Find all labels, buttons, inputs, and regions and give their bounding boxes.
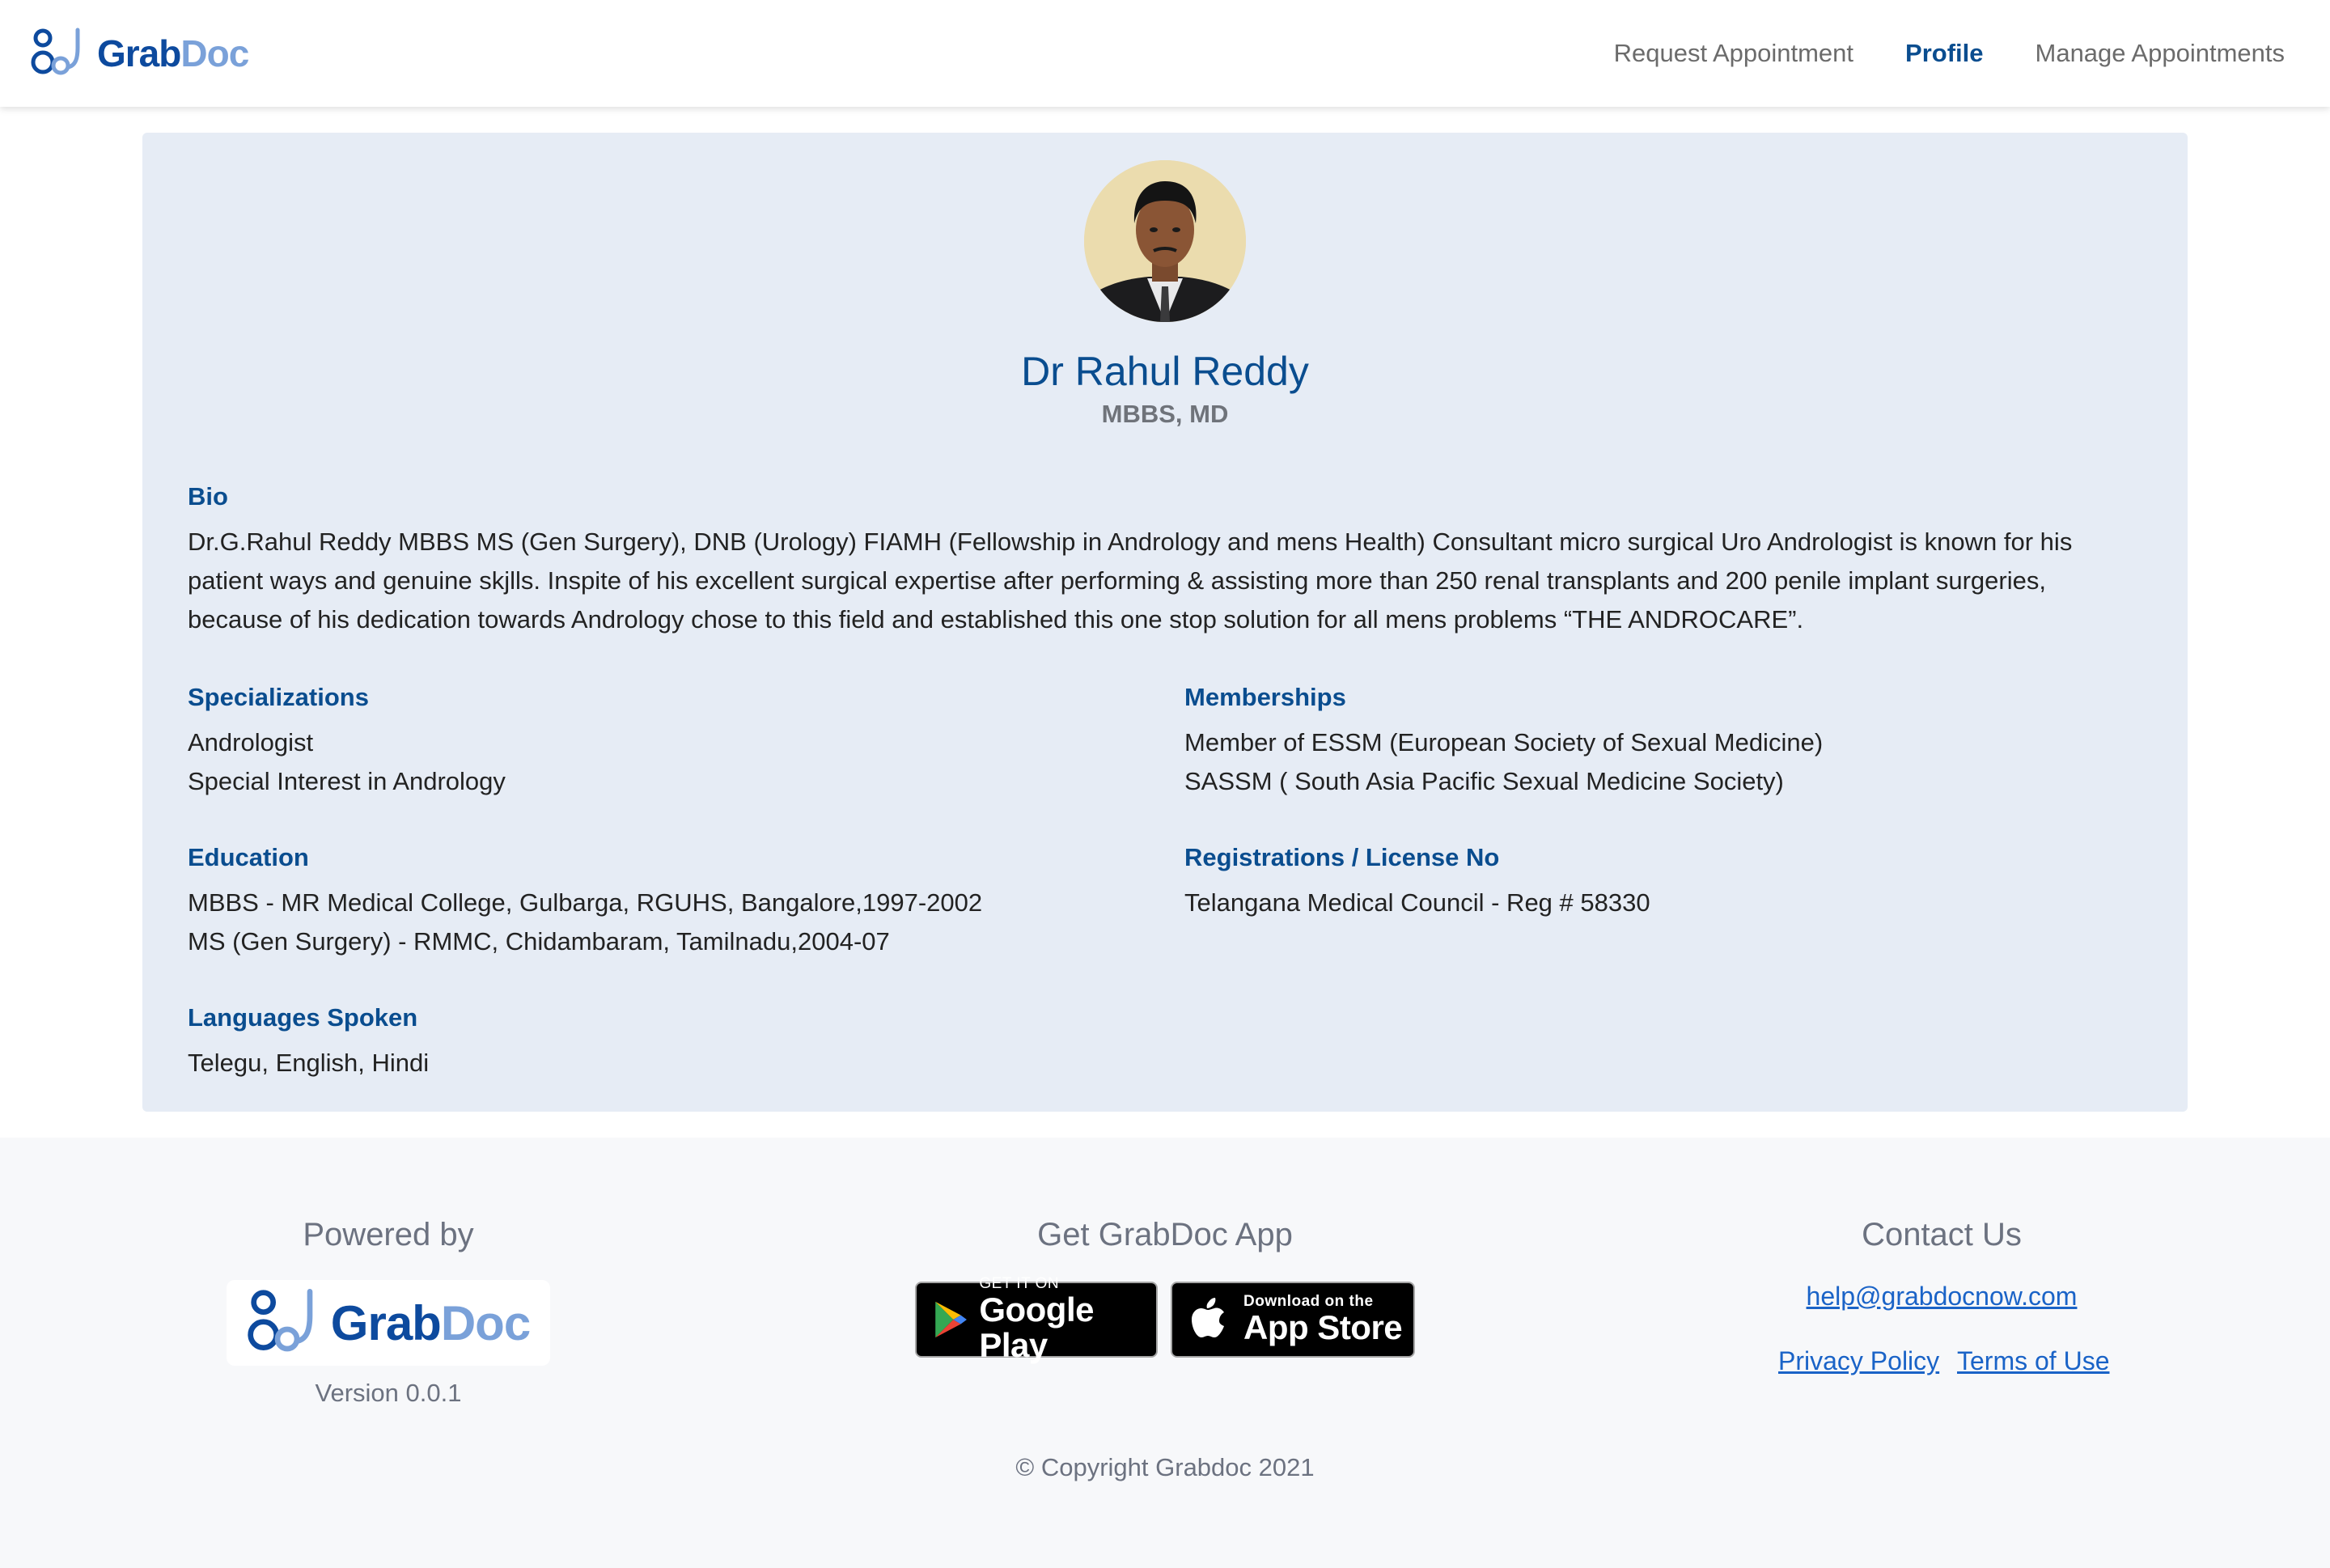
languages-section: Languages Spoken Telegu, English, Hindi [188, 1003, 1142, 1083]
footer-brand-logo[interactable]: GrabDoc [227, 1280, 550, 1366]
doctor-degree: MBBS, MD [1101, 400, 1229, 428]
languages-title: Languages Spoken [188, 1003, 418, 1032]
registration-item: Telangana Medical Council - Reg # 58330 [1184, 888, 1650, 917]
education-section: Education MBBS - MR Medical College, Gul… [188, 843, 1142, 961]
specializations-section: Specializations Andrologist Special Inte… [188, 683, 1142, 801]
doctor-portrait-image [1084, 160, 1246, 322]
brand-name: GrabDoc [97, 32, 249, 75]
registrations-title: Registrations / License No [1184, 843, 1500, 871]
doctor-name: Dr Rahul Reddy [1021, 349, 1309, 394]
app-store-button[interactable]: Download on the App Store [1171, 1282, 1415, 1358]
doctor-profile-card: Dr Rahul Reddy MBBS, MD Bio Dr.G.Rahul R… [142, 133, 2188, 1112]
education-title: Education [188, 843, 309, 871]
stethoscope-logo-icon [248, 1289, 313, 1352]
get-app-title: Get GrabDoc App [1037, 1217, 1293, 1252]
specialization-item: Special Interest in Andrology [188, 767, 506, 795]
google-play-button[interactable]: GET IT ON Google Play [915, 1276, 1158, 1363]
contact-email-link[interactable]: help@grabdocnow.com [1780, 1282, 2103, 1312]
bio-text: Dr.G.Rahul Reddy MBBS MS (Gen Surgery), … [188, 523, 2146, 639]
nav-profile[interactable]: Profile [1905, 39, 1983, 68]
apple-icon [1192, 1298, 1224, 1337]
copyright-text: © Copyright Grabdoc 2021 [1015, 1453, 1315, 1481]
specializations-title: Specializations [188, 683, 369, 711]
brand-doc: Doc [440, 1295, 531, 1350]
doctor-avatar [1084, 160, 1246, 322]
bio-line: Dr.G.Rahul Reddy MBBS MS (Gen Surgery), … [188, 528, 2073, 556]
languages-text: Telegu, English, Hindi [188, 1049, 430, 1077]
app-store-big-text: App Store [1243, 1308, 1403, 1346]
bio-title: Bio [188, 482, 228, 511]
main-nav: Request Appointment Profile Manage Appoi… [1614, 39, 2285, 68]
google-play-small-text: GET IT ON [979, 1275, 1060, 1292]
memberships-title: Memberships [1184, 683, 1346, 711]
site-footer: Powered by GrabDoc Version 0.0.1 Get Gra… [0, 1138, 2330, 1568]
memberships-section: Memberships Member of ESSM (European Soc… [1184, 683, 2139, 801]
bio-line: patient ways and genuine skjlls. Inspite… [188, 566, 2046, 595]
membership-item: SASSM ( South Asia Pacific Sexual Medici… [1184, 767, 1784, 795]
contact-us-title: Contact Us [1862, 1217, 2022, 1252]
privacy-policy-link[interactable]: Privacy Policy [1778, 1346, 1939, 1376]
footer-brand-name: GrabDoc [330, 1295, 531, 1351]
google-play-icon [935, 1301, 967, 1338]
top-navbar: GrabDoc Request Appointment Profile Mana… [0, 0, 2330, 107]
education-item: MS (Gen Surgery) - RMMC, Chidambaram, Ta… [188, 927, 890, 956]
education-item: MBBS - MR Medical College, Gulbarga, RGU… [188, 888, 983, 917]
brand-doc: Doc [180, 32, 249, 74]
membership-item: Member of ESSM (European Society of Sexu… [1184, 728, 1824, 756]
bio-line: because of his dedication towards Androl… [188, 605, 1804, 634]
brand-logo[interactable]: GrabDoc [31, 27, 249, 80]
nav-request-appointment[interactable]: Request Appointment [1614, 39, 1853, 68]
stethoscope-logo-icon [31, 28, 80, 75]
powered-by-title: Powered by [303, 1217, 474, 1252]
registrations-section: Registrations / License No Telangana Med… [1184, 843, 2139, 922]
brand-grab: Grab [97, 32, 181, 74]
app-version: Version 0.0.1 [315, 1379, 462, 1407]
brand-grab: Grab [330, 1295, 442, 1350]
terms-of-use-link[interactable]: Terms of Use [1957, 1346, 2109, 1376]
google-play-big-text: Google Play [979, 1290, 1094, 1364]
nav-manage-appointments[interactable]: Manage Appointments [2036, 39, 2286, 68]
app-store-small-text: Download on the [1243, 1293, 1374, 1310]
bio-section: Bio Dr.G.Rahul Reddy MBBS MS (Gen Surger… [188, 482, 2146, 639]
specialization-item: Andrologist [188, 728, 314, 756]
